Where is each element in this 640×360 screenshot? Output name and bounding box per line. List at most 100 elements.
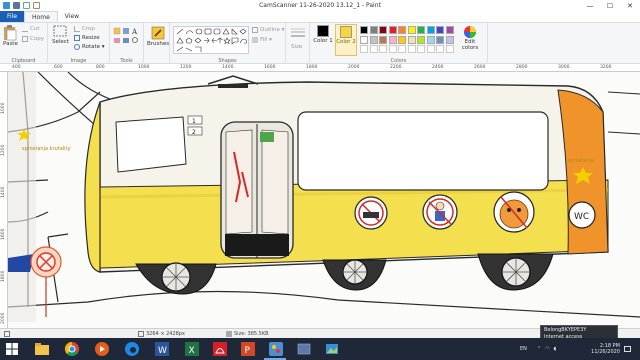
palette-color[interactable] xyxy=(398,35,406,44)
taskbar-gallery[interactable] xyxy=(324,341,340,357)
app-window-icon xyxy=(297,343,311,355)
palette-color[interactable] xyxy=(369,35,378,44)
ribbon-tabs: File Home View xyxy=(0,11,640,22)
taskbar-app-2[interactable] xyxy=(296,341,312,357)
tab-home[interactable]: Home xyxy=(24,11,58,22)
wifi-icon[interactable]: ◠ xyxy=(545,346,549,352)
cut-button[interactable]: Cut xyxy=(22,26,39,32)
drawing-canvas[interactable]: sprostanja krutality 1 2 WC sprostanja xyxy=(8,72,640,328)
palette-color[interactable] xyxy=(369,26,378,34)
dimensions-icon xyxy=(138,331,144,337)
tab-view[interactable]: View xyxy=(58,11,86,22)
color2-button[interactable]: Color 2 xyxy=(335,24,357,56)
colors-group: Color 1 Color 2 Edit colors Colors xyxy=(310,23,488,65)
taskbar-media[interactable] xyxy=(94,341,110,357)
palette-color[interactable] xyxy=(426,26,435,34)
maximize-button[interactable]: ☐ xyxy=(600,0,620,11)
media-player-icon xyxy=(95,342,109,356)
sign-2: 2 xyxy=(192,129,196,136)
palette-color[interactable] xyxy=(379,35,387,44)
palette-color[interactable] xyxy=(388,35,397,44)
palette-custom-slot[interactable] xyxy=(379,45,387,53)
palette-color[interactable] xyxy=(398,26,406,34)
fill-button[interactable]: Fill ▾ xyxy=(252,37,272,43)
brushes-button[interactable]: Brushes xyxy=(147,25,169,47)
palette-color[interactable] xyxy=(445,35,454,44)
label-right: sprostanja xyxy=(568,158,594,164)
taskbar-excel[interactable]: X xyxy=(184,341,200,357)
wheel-right xyxy=(477,253,554,291)
palette-custom-slot[interactable] xyxy=(360,45,368,53)
vruler-tick-label: 2000 xyxy=(1,312,6,324)
size-icon xyxy=(291,28,305,37)
close-button[interactable]: ✕ xyxy=(620,0,640,11)
palette-color[interactable] xyxy=(407,26,416,34)
taskbar-chrome[interactable] xyxy=(64,341,80,357)
palette-custom-slot[interactable] xyxy=(388,45,397,53)
fill-bucket-icon xyxy=(252,37,258,43)
clock[interactable]: 2:18 PM 11/26/2020 xyxy=(590,338,620,360)
palette-custom-slot[interactable] xyxy=(426,45,435,53)
volume-icon[interactable]: ◖ xyxy=(554,346,557,352)
copy-button[interactable]: Copy xyxy=(22,36,44,42)
shapes-gallery[interactable] xyxy=(173,26,249,54)
palette-custom-slot[interactable] xyxy=(417,45,425,53)
palette-color[interactable] xyxy=(379,26,387,34)
notifications-button[interactable] xyxy=(624,338,631,360)
color1-button[interactable]: Color 1 xyxy=(313,25,333,44)
palette-color[interactable] xyxy=(445,26,454,34)
brush-icon xyxy=(151,26,165,40)
tray-icons[interactable]: ⌃ ◠ ◖ xyxy=(537,338,556,360)
language-indicator[interactable]: EN xyxy=(520,338,527,360)
text-icon[interactable]: A xyxy=(131,28,138,36)
taskbar-powerpoint[interactable]: P xyxy=(240,341,256,357)
crop-button[interactable]: Crop xyxy=(74,26,95,32)
palette-color[interactable] xyxy=(436,35,444,44)
palette-custom-slot[interactable] xyxy=(369,45,378,53)
outline-icon xyxy=(252,27,258,33)
palette-color[interactable] xyxy=(388,26,397,34)
tram-drawing: sprostanja krutality 1 2 WC sprostanja xyxy=(8,72,640,322)
paste-button[interactable]: Paste xyxy=(3,25,18,47)
magnifier-icon[interactable] xyxy=(132,37,138,43)
brushes-group[interactable]: Brushes xyxy=(144,23,170,65)
tools-icons: A xyxy=(113,27,138,43)
select-button[interactable]: Select xyxy=(52,25,69,45)
palette-custom-slot[interactable] xyxy=(445,45,454,53)
size-group[interactable]: Size xyxy=(286,23,310,65)
edit-colors-button[interactable]: Edit colors xyxy=(458,25,482,51)
outline-button[interactable]: Outline ▾ xyxy=(252,27,284,33)
palette-color[interactable] xyxy=(360,26,368,34)
eraser-icon[interactable] xyxy=(114,38,120,43)
ruler-tick-label: 1600 xyxy=(264,65,276,70)
palette-custom-slot[interactable] xyxy=(398,45,406,53)
palette-color[interactable] xyxy=(426,35,435,44)
crop-label: Crop xyxy=(82,26,95,32)
rotate-button[interactable]: Rotate ▾ xyxy=(74,44,105,50)
taskbar-acrobat[interactable] xyxy=(212,341,228,357)
taskbar-edge[interactable] xyxy=(124,341,140,357)
taskbar-file-explorer[interactable] xyxy=(34,341,50,357)
palette-color[interactable] xyxy=(436,26,444,34)
palette-color[interactable] xyxy=(417,35,425,44)
palette-color[interactable] xyxy=(360,35,368,44)
tools-group: A Tools xyxy=(110,23,144,65)
start-button[interactable] xyxy=(4,341,20,357)
taskbar-paint[interactable] xyxy=(268,341,284,357)
ruler-tick-label: 3200 xyxy=(600,65,612,70)
resize-button[interactable]: Resize xyxy=(74,35,100,41)
pencil-icon[interactable] xyxy=(113,27,121,35)
palette-custom-slot[interactable] xyxy=(436,45,444,53)
sign-1: 1 xyxy=(192,118,196,125)
palette-custom-slot[interactable] xyxy=(407,45,416,53)
select-label: Select xyxy=(52,39,69,45)
minimize-button[interactable]: — xyxy=(580,0,600,11)
fill-icon[interactable] xyxy=(123,28,129,34)
color-picker-icon[interactable] xyxy=(123,38,129,43)
palette-color[interactable] xyxy=(407,35,416,44)
chevron-up-icon[interactable]: ⌃ xyxy=(537,346,541,352)
taskbar-word[interactable]: W xyxy=(154,341,170,357)
palette-color[interactable] xyxy=(417,26,425,34)
tab-file[interactable]: File xyxy=(0,11,25,22)
left-panel-sketch xyxy=(8,72,36,322)
